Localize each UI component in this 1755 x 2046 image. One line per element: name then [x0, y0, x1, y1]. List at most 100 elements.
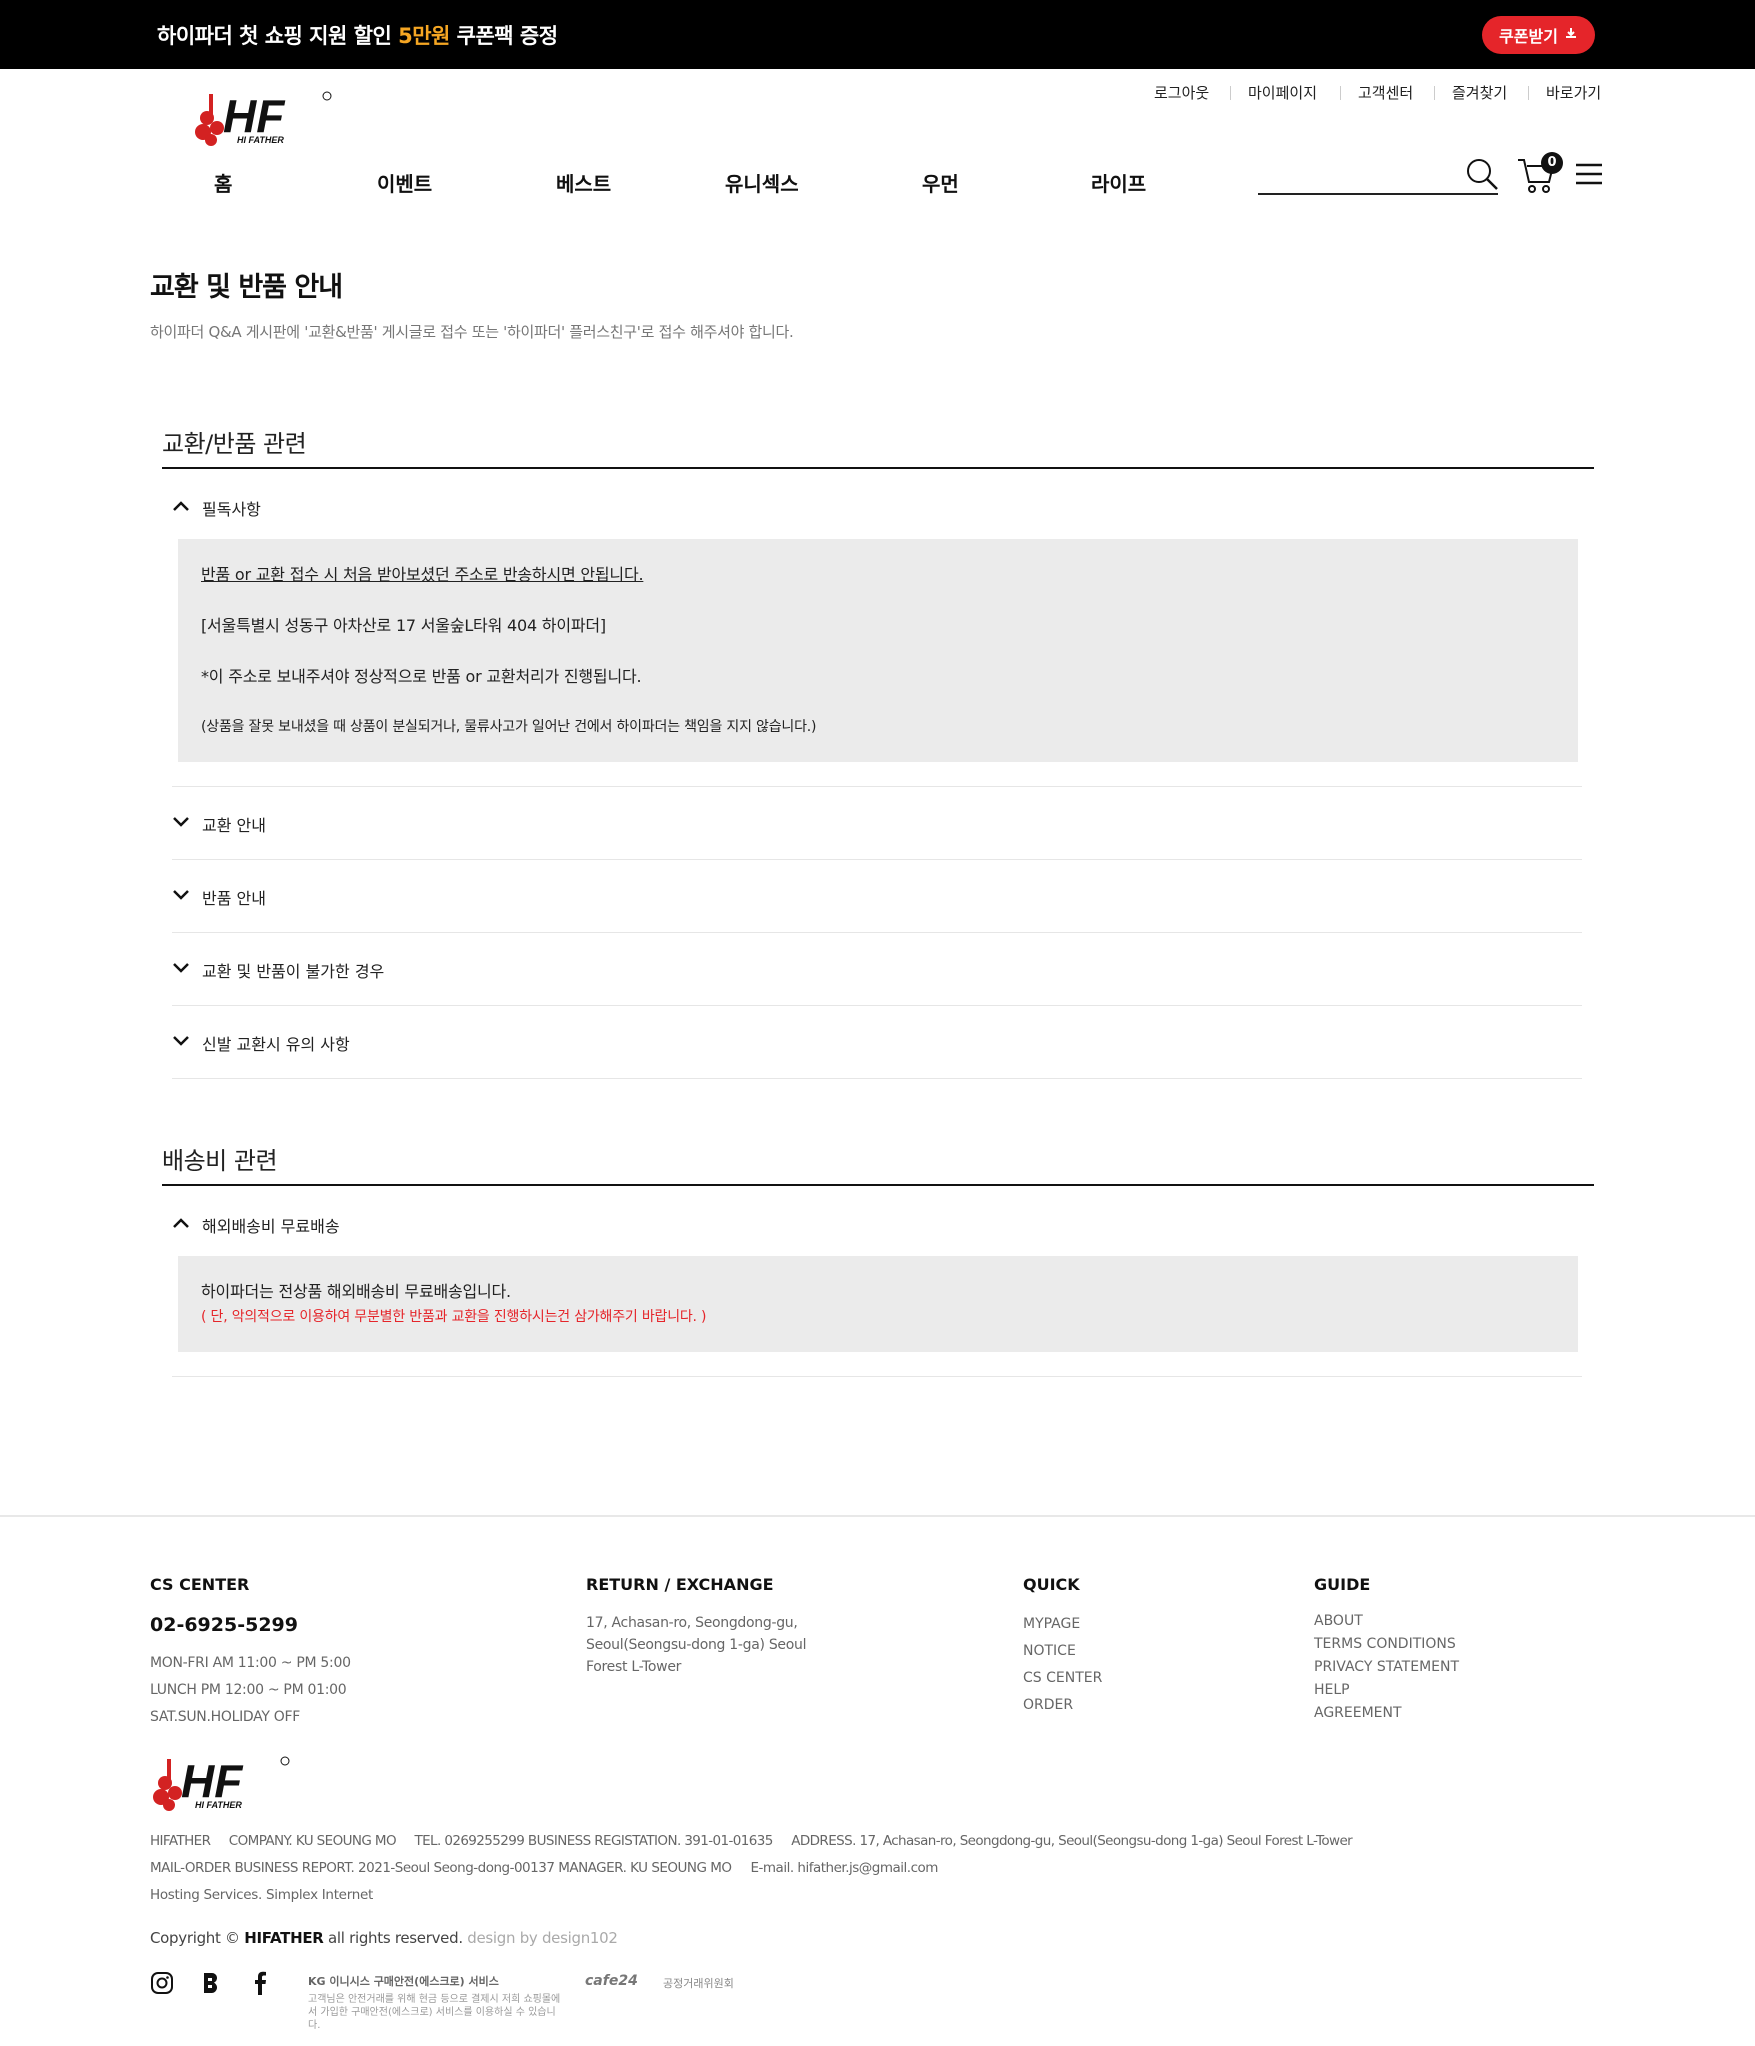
download-icon	[1564, 26, 1578, 44]
footer-guide-title: GUIDE	[1314, 1575, 1371, 1594]
accordion-divider	[172, 859, 1582, 860]
nav-unisex[interactable]: 유니섹스	[725, 168, 799, 197]
disclaimer-line: (상품을 잘못 보내셨을 때 상품이 분실되거나, 물류사고가 일어난 건에서 …	[201, 719, 817, 735]
accordion-label: 신발 교환시 유의 사항	[202, 1035, 350, 1054]
chevron-down-icon	[172, 1035, 190, 1051]
util-divider	[1340, 86, 1341, 100]
kg-inicis-badge[interactable]: KG 이니시스 구매안전(에스크로) 서비스	[308, 1973, 499, 1989]
footer-link-agreement[interactable]: AGREEMENT	[1314, 1705, 1402, 1721]
page-title: 교환 및 반품 안내	[150, 272, 343, 303]
section-divider	[162, 467, 1594, 469]
chevron-up-icon	[172, 500, 190, 516]
accordion-label: 필독사항	[202, 500, 261, 519]
facebook-icon[interactable]	[252, 1971, 268, 1995]
accordion-divider	[172, 786, 1582, 787]
util-divider	[1230, 86, 1231, 100]
footer-link-notice[interactable]: NOTICE	[1023, 1643, 1076, 1659]
design-credit[interactable]: design by design102	[467, 1929, 618, 1947]
nav-life[interactable]: 라이프	[1091, 168, 1146, 197]
search-icon[interactable]	[1464, 156, 1500, 192]
copyright-brand: HIFATHER	[244, 1929, 324, 1947]
free-shipping-line: 하이파더는 전상품 해외배송비 무료배송입니다.	[201, 1282, 511, 1301]
util-cs-center[interactable]: 고객센터	[1358, 82, 1413, 103]
accordion-shoe-exchange[interactable]: 신발 교환시 유의 사항	[172, 1031, 350, 1055]
page-subtitle: 하이파더 Q&A 게시판에 '교환&반품' 게시글로 접수 또는 '하이파더' …	[150, 323, 794, 341]
footer-quick-title: QUICK	[1023, 1575, 1080, 1594]
warning-line: ( 단, 악의적으로 이용하여 무분별한 반품과 교환을 진행하시는건 삼가해주…	[201, 1309, 707, 1325]
accordion-label: 교환 안내	[202, 816, 266, 835]
search-input[interactable]	[1258, 160, 1458, 192]
util-divider	[1434, 86, 1435, 100]
menu-icon[interactable]	[1575, 162, 1603, 186]
footer-company-info: HIFATHER COMPANY. KU SEOUNG MO TEL. 0269…	[150, 1833, 1353, 1849]
footer-hours: LUNCH PM 12:00 ~ PM 01:00	[150, 1682, 347, 1698]
return-address-line: [서울특별시 성동구 아차산로 17 서울숲L타워 404 하이파더]	[201, 616, 606, 635]
footer-address: Forest L-Tower	[586, 1659, 682, 1675]
chevron-down-icon	[172, 889, 190, 905]
nav-women[interactable]: 우먼	[922, 168, 959, 197]
blog-icon[interactable]	[199, 1971, 223, 1995]
promo-highlight: 5만원	[398, 24, 450, 48]
util-logout[interactable]: 로그아웃	[1154, 82, 1209, 103]
accordion-exchange-guide[interactable]: 교환 안내	[172, 812, 266, 836]
footer-link-privacy[interactable]: PRIVACY STATEMENT	[1314, 1659, 1459, 1675]
footer-hours: MON-FRI AM 11:00 ~ PM 5:00	[150, 1655, 351, 1671]
footer-company-info: MAIL-ORDER BUSINESS REPORT. 2021-Seoul S…	[150, 1860, 938, 1876]
promo-bar: 하이파더 첫 쇼핑 지원 할인 5만원 쿠폰팩 증정 쿠폰받기	[0, 0, 1755, 69]
ftc-badge[interactable]: 공정거래위원회	[663, 1975, 734, 1991]
coupon-button[interactable]: 쿠폰받기	[1482, 16, 1595, 54]
footer-address: 17, Achasan-ro, Seongdong-gu,	[586, 1615, 798, 1631]
section-title-exchange-return: 교환/반품 관련	[162, 430, 307, 458]
accordion-free-shipping[interactable]: 해외배송비 무료배송	[172, 1213, 340, 1237]
accordion-divider	[172, 932, 1582, 933]
util-shortcut[interactable]: 바로가기	[1546, 82, 1601, 103]
footer-phone: 02-6925-5299	[150, 1614, 298, 1636]
footer-link-mypage[interactable]: MYPAGE	[1023, 1616, 1080, 1632]
nav-event[interactable]: 이벤트	[377, 168, 432, 197]
accordion-must-read[interactable]: 필독사항	[172, 496, 261, 520]
promo-text: 하이파더 첫 쇼핑 지원 할인 5만원 쿠폰팩 증정	[157, 24, 558, 48]
footer-divider	[0, 1515, 1755, 1517]
coupon-button-label: 쿠폰받기	[1499, 27, 1558, 46]
section-divider	[162, 1184, 1594, 1186]
accordion-divider	[172, 1376, 1582, 1377]
footer-link-cs-center[interactable]: CS CENTER	[1023, 1670, 1102, 1686]
logo-subtext: HI FATHER	[195, 1800, 242, 1810]
footer-link-help[interactable]: HELP	[1314, 1682, 1350, 1698]
footer-logo[interactable]: HF HI FATHER	[150, 1753, 294, 1813]
accordion-divider	[172, 1078, 1582, 1079]
section-title-shipping: 배송비 관련	[162, 1147, 278, 1175]
footer-cs-title: CS CENTER	[150, 1575, 250, 1594]
instagram-icon[interactable]	[150, 1971, 174, 1995]
util-mypage[interactable]: 마이페이지	[1248, 82, 1317, 103]
chevron-down-icon	[172, 962, 190, 978]
util-favorites[interactable]: 즐겨찾기	[1452, 82, 1507, 103]
accordion-body-must-read: 반품 or 교환 접수 시 처음 받아보셨던 주소로 반송하시면 안됩니다. […	[178, 539, 1578, 762]
footer-copyright: Copyright © HIFATHER all rights reserved…	[150, 1929, 618, 1947]
logo[interactable]: HF HI FATHER	[193, 88, 335, 148]
accordion-label: 반품 안내	[202, 889, 266, 908]
footer-link-terms[interactable]: TERMS CONDITIONS	[1314, 1636, 1456, 1652]
accordion-label: 교환 및 반품이 불가한 경우	[202, 962, 385, 981]
accordion-return-guide[interactable]: 반품 안내	[172, 885, 266, 909]
chevron-down-icon	[172, 816, 190, 832]
search-underline	[1258, 193, 1498, 195]
nav-best[interactable]: 베스트	[556, 168, 611, 197]
footer-link-order[interactable]: ORDER	[1023, 1697, 1073, 1713]
footer-link-about[interactable]: ABOUT	[1314, 1613, 1363, 1629]
footer-hosting: Hosting Services. Simplex Internet	[150, 1887, 373, 1903]
footer-return-title: RETURN / EXCHANGE	[586, 1575, 774, 1594]
accordion-body-free-shipping: 하이파더는 전상품 해외배송비 무료배송입니다. ( 단, 악의적으로 이용하여…	[178, 1256, 1578, 1352]
cart-count-badge: 0	[1541, 152, 1563, 174]
util-divider	[1528, 86, 1529, 100]
nav-home[interactable]: 홈	[214, 168, 232, 197]
cafe24-badge[interactable]: cafe24	[585, 1973, 638, 1989]
footer-hours: SAT.SUN.HOLIDAY OFF	[150, 1709, 300, 1725]
chevron-up-icon	[172, 1217, 190, 1233]
accordion-not-allowed[interactable]: 교환 및 반품이 불가한 경우	[172, 958, 384, 982]
notice-line: *이 주소로 보내주셔야 정상적으로 반품 or 교환처리가 진행됩니다.	[201, 667, 642, 686]
footer-address: Seoul(Seongsu-dong 1-ga) Seoul	[586, 1637, 807, 1653]
accordion-label: 해외배송비 무료배송	[202, 1217, 340, 1236]
accordion-divider	[172, 1005, 1582, 1006]
notice-line: 반품 or 교환 접수 시 처음 받아보셨던 주소로 반송하시면 안됩니다.	[201, 565, 644, 584]
